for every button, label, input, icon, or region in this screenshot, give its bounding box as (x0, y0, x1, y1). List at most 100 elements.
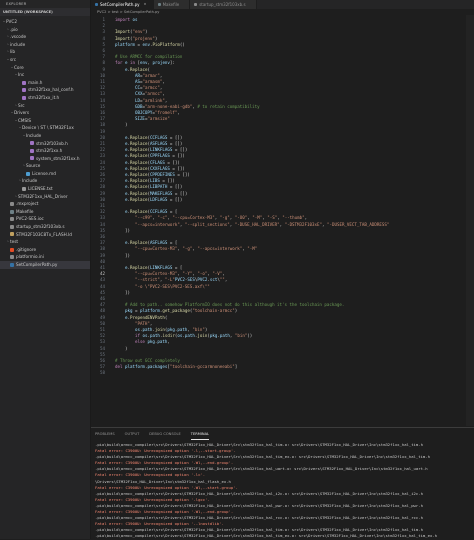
tree-item-label: PVC2 (6, 19, 17, 24)
tree-file[interactable]: PVC2-SES.ioc (0, 215, 90, 223)
tree-item-label: Device \ ST \ STM32F1xx (22, 125, 74, 131)
tree-file[interactable]: system_stm32f1xx.h (0, 155, 90, 163)
tree-file[interactable]: main.h (0, 79, 90, 87)
h-file-icon (30, 156, 34, 161)
tree-item-label: Include (22, 178, 38, 184)
tree-item-label: main.h (28, 79, 43, 85)
tree-folder[interactable]: ⌄ Include (0, 132, 90, 140)
tree-item-label: LICENSE.txt (28, 186, 53, 192)
tree-item-label: Drivers (14, 110, 30, 116)
tree-item-label: src (10, 56, 17, 62)
tree-file[interactable]: STM32F103C8Tx_FLASH.ld (0, 231, 90, 239)
close-icon[interactable]: × (144, 0, 147, 9)
tree-folder[interactable]: › .pio (0, 26, 90, 34)
ini-file-icon (10, 255, 14, 260)
panel-tab-debug-console[interactable]: DEBUG CONSOLE (149, 428, 180, 440)
tree-folder[interactable]: › .vscode (0, 33, 90, 41)
tab-label: startup_stm32f103xb.s (199, 2, 246, 7)
terminal-line: .pio\build\armcc_compiler\src\Drivers\ST… (95, 533, 437, 538)
tree-item-label: .pio (10, 26, 18, 32)
tree-item-label: Inc (18, 72, 25, 78)
h-file-icon (22, 95, 26, 100)
h-file-icon (30, 148, 34, 153)
tree-file[interactable]: stm32f1xx.h (0, 147, 90, 155)
panel-tab-bar: PROBLEMS OUTPUT DEBUG CONSOLE TERMINAL (91, 428, 474, 440)
explorer-sidebar: EXPLORER UNTITLED (WORKSPACE) ⌄ PVC2 › .pio… (0, 0, 91, 539)
tree-item-label: lib (10, 49, 15, 55)
tree-folder[interactable]: ⌄ Core (0, 64, 90, 72)
tree-item-label: Source (26, 163, 41, 169)
tree-item-label: stm32f1xx.h (36, 148, 63, 154)
explorer-header: EXPLORER (6, 2, 27, 6)
minimap[interactable] (466, 15, 474, 426)
ini-file-icon (10, 224, 14, 229)
bottom-panel: PROBLEMS OUTPUT DEBUG CONSOLE TERMINAL .pio… (91, 427, 474, 540)
tree-folder[interactable]: ⌄ Inc (0, 71, 90, 79)
ini-file-icon (10, 202, 14, 207)
workspace-section-header[interactable]: UNTITLED (WORKSPACE) (0, 8, 90, 16)
tree-item-label: CMSIS (18, 117, 32, 123)
tree-file[interactable]: LICENSE.txt (0, 185, 90, 193)
tree-file[interactable]: platformio.ini (0, 253, 90, 261)
code-editor[interactable]: 1 import os 2 3 Import("env") 4 Import("projen… (91, 15, 474, 426)
panel-tab-terminal[interactable]: TERMINAL (190, 428, 210, 440)
tree-file[interactable]: SetCompilerPath.py (0, 261, 90, 269)
terminal-line: .pio\build\armcc_compiler\src\Drivers\ST… (95, 490, 423, 496)
py-file-icon (10, 262, 14, 267)
tree-item-label: STM32F103C8Tx_FLASH.ld (16, 231, 72, 237)
panel-tab-output[interactable]: OUTPUT (125, 428, 140, 440)
tree-file[interactable]: stm32f1xx_hal_conf.h (0, 86, 90, 94)
editor-tab[interactable]: SetCompilerPath.py × (91, 0, 154, 9)
tree-item-label: License.md (32, 170, 56, 176)
tree-folder[interactable]: ⌄ Drivers (0, 109, 90, 117)
tree-file[interactable]: stm32f103xb.h (0, 140, 90, 148)
tree-folder[interactable]: › lib (0, 48, 90, 56)
tree-folder[interactable]: › include (0, 41, 90, 49)
tree-folder[interactable]: ⌄ Device \ ST \ STM32F1xx (0, 124, 90, 132)
file-type-icon (95, 3, 98, 6)
tree-item-label: stm32f1xx_hal_conf.h (28, 87, 74, 93)
git-file-icon (10, 247, 14, 252)
tree-item-label: Core (14, 64, 24, 70)
tree-folder[interactable]: › Source (0, 162, 90, 170)
file-tree: ⌄ PVC2 › .pio › .vscode › include › lib ⌄ src ⌄ Core ⌄… (0, 18, 90, 269)
tree-file[interactable]: .mxproject (0, 200, 90, 208)
tree-file[interactable]: .gitignore (0, 246, 90, 254)
tree-file[interactable]: License.md (0, 170, 90, 178)
h-file-icon (30, 141, 34, 146)
tree-file[interactable]: startup_stm32f103xb.s (0, 223, 90, 231)
tree-item-label: Makefile (16, 208, 34, 214)
tree-folder[interactable]: ⌄ PVC2 (0, 18, 90, 26)
tree-item-label: platformio.ini (16, 254, 44, 260)
tree-item-label: .gitignore (16, 246, 37, 252)
tree-item-label: stm32f1xx_it.h (28, 94, 60, 100)
tree-item-label: system_stm32f1xx.h (36, 155, 80, 161)
tree-item-label: Include (26, 132, 42, 138)
ini-file-icon (10, 217, 14, 222)
line-number: 58 (100, 370, 105, 376)
editor-tab[interactable]: startup_stm32f103xb.s (190, 0, 257, 9)
mk-file-icon (10, 209, 14, 214)
tree-folder[interactable]: › Include (0, 177, 90, 185)
code-line[interactable]: 58 (91, 370, 474, 376)
file-type-icon (157, 3, 161, 6)
tree-item-label: startup_stm32f103xb.s (16, 224, 65, 230)
editor-tab-bar: SetCompilerPath.py × Makefile startup_stm32… (91, 0, 474, 9)
tree-file[interactable]: stm32f1xx_it.h (0, 94, 90, 102)
tree-item-label: .vscode (10, 34, 27, 40)
tree-item-label: include (10, 41, 26, 47)
tree-item-label: STM32F1xx_HAL_Driver (18, 193, 68, 199)
tree-folder[interactable]: ⌄ src (0, 56, 90, 64)
editor-area: SetCompilerPath.py × Makefile startup_stm32… (91, 0, 474, 426)
tree-file[interactable]: Makefile (0, 208, 90, 216)
panel-tab-problems[interactable]: PROBLEMS (95, 428, 115, 440)
h-file-icon (22, 80, 26, 85)
txt-file-icon (22, 186, 26, 191)
tree-folder[interactable]: › test (0, 238, 90, 246)
editor-tab[interactable]: Makefile (153, 0, 191, 9)
tree-folder[interactable]: ⌄ CMSIS (0, 117, 90, 125)
tree-folder[interactable]: › STM32F1xx_HAL_Driver (0, 193, 90, 201)
tree-item-label: SetCompilerPath.py (16, 262, 58, 267)
terminal-output[interactable]: .pio\build\armcc_compiler\src\Drivers\ST… (95, 442, 471, 538)
tree-folder[interactable]: › Src (0, 102, 90, 110)
